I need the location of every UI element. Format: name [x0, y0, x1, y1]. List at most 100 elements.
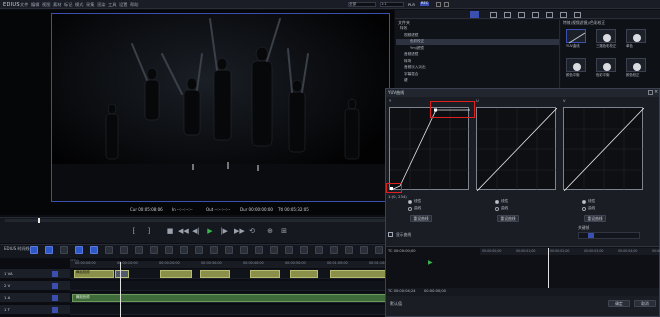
keyframe-set-icon[interactable] — [588, 233, 594, 238]
cut-icon[interactable] — [105, 246, 113, 254]
video-clip[interactable] — [200, 270, 230, 278]
copy-icon[interactable] — [120, 246, 128, 254]
effect-thumbnail[interactable] — [626, 58, 646, 72]
track-lane[interactable] — [70, 305, 394, 315]
curve-radio[interactable] — [495, 207, 499, 211]
show-curve-checkbox[interactable] — [388, 232, 393, 237]
menu-item-6[interactable]: 采集 — [86, 2, 94, 7]
track-visibility-icon[interactable] — [52, 283, 58, 289]
tree-item[interactable]: 视频滤镜 — [404, 33, 418, 38]
reset-curve-button[interactable]: 重设曲线 — [410, 215, 432, 222]
ok-button[interactable]: 确定 — [608, 300, 630, 307]
tree-item[interactable]: Ymj滤镜 — [410, 46, 424, 51]
dialog-play-icon[interactable]: ▶ — [428, 249, 434, 266]
tree-item[interactable]: 字幕混合 — [404, 72, 418, 77]
play-icon[interactable]: ▶ — [206, 227, 214, 235]
curve-graph-y[interactable] — [389, 107, 470, 191]
menu-item-4[interactable]: 标记 — [64, 2, 72, 7]
rec-badge[interactable]: REC — [420, 1, 430, 6]
maximize-icon[interactable] — [444, 2, 449, 7]
loop-icon[interactable]: ⟲ — [248, 227, 256, 235]
effect-thumbnail[interactable] — [566, 58, 586, 72]
effect-thumbnail[interactable] — [626, 29, 646, 43]
export-icon[interactable] — [300, 246, 308, 254]
step-forward-icon[interactable]: |▶ — [220, 227, 228, 235]
curve-radio[interactable] — [408, 207, 412, 211]
linear-radio[interactable] — [582, 200, 586, 204]
settings-icon[interactable] — [546, 12, 553, 18]
track-header[interactable] — [0, 281, 70, 291]
new-sequence-icon[interactable] — [30, 246, 38, 254]
stop-icon[interactable]: ■ — [166, 227, 174, 235]
reset-curve-button[interactable]: 重设曲线 — [584, 215, 606, 222]
menu-item-8[interactable]: 工具 — [108, 2, 116, 7]
linear-radio[interactable] — [408, 200, 412, 204]
curve-graph-u[interactable] — [476, 107, 558, 192]
overwrite-icon[interactable]: ⊞ — [280, 227, 288, 235]
paste-icon[interactable] — [135, 246, 143, 254]
menu-item-10[interactable]: 帮助 — [130, 2, 138, 7]
redo-icon[interactable] — [90, 246, 98, 254]
cancel-button[interactable]: 取消 — [634, 300, 656, 307]
menu-item-3[interactable]: 素材 — [53, 2, 61, 7]
list-view-icon[interactable] — [518, 12, 525, 18]
menu-item-7[interactable]: 渲染 — [97, 2, 105, 7]
zoom-out-icon[interactable] — [360, 246, 368, 254]
mark-in-icon[interactable]: ⁅ — [130, 227, 138, 235]
open-icon[interactable] — [45, 246, 53, 254]
snap-icon[interactable] — [270, 246, 278, 254]
tree-item[interactable]: 键 — [404, 78, 408, 83]
effect-thumbnail[interactable] — [596, 58, 616, 72]
effects-view-icon[interactable] — [470, 11, 479, 18]
step-back-icon[interactable]: ◀| — [192, 227, 200, 235]
effect-thumbnail[interactable] — [566, 29, 586, 44]
reset-curve-button[interactable]: 重设曲线 — [497, 215, 519, 222]
arrow-up-icon[interactable] — [560, 12, 567, 18]
timeline-playhead[interactable] — [120, 262, 121, 317]
menu-item-1[interactable]: 编辑 — [31, 2, 39, 7]
tree-item[interactable]: 转场 — [404, 59, 411, 64]
save-icon[interactable] — [60, 246, 68, 254]
video-clip[interactable] — [115, 270, 129, 278]
trim-icon[interactable] — [180, 246, 188, 254]
audio-icon[interactable] — [330, 246, 338, 254]
play-mode-dropdown[interactable]: 1:1 — [380, 2, 404, 7]
dialog-maximize-icon[interactable] — [648, 90, 653, 95]
sync-icon[interactable] — [225, 246, 233, 254]
preset-dropdown[interactable]: 全部 — [348, 2, 376, 7]
thumbnail-view-icon[interactable] — [532, 12, 539, 18]
track-visibility-icon[interactable] — [52, 295, 58, 301]
rewind-icon[interactable]: ◀◀ — [178, 227, 189, 235]
curve-radio[interactable] — [582, 207, 586, 211]
linear-radio[interactable] — [495, 200, 499, 204]
track-header[interactable] — [0, 293, 70, 303]
tree-item[interactable]: 色彩校正 — [410, 39, 424, 44]
dialog-close-icon[interactable]: × — [654, 90, 658, 95]
menu-item-0[interactable]: 文件 — [20, 2, 28, 7]
tree-item[interactable]: 特效 — [400, 26, 407, 31]
dialog-playhead[interactable] — [548, 248, 549, 288]
track-visibility-icon[interactable] — [52, 271, 58, 277]
menu-item-2[interactable]: 视图 — [42, 2, 50, 7]
track-lane[interactable] — [70, 281, 394, 291]
settings-icon[interactable] — [315, 246, 323, 254]
video-clip[interactable] — [330, 270, 390, 278]
folder-icon[interactable] — [490, 12, 497, 18]
delete-icon[interactable] — [150, 246, 158, 254]
tree-item[interactable]: 音频淡入淡出 — [404, 65, 426, 70]
track-header[interactable] — [0, 305, 70, 315]
render-icon[interactable] — [285, 246, 293, 254]
fast-forward-icon[interactable]: ▶▶ — [234, 227, 245, 235]
effect-thumbnail[interactable] — [596, 29, 616, 43]
minimize-icon[interactable] — [436, 2, 441, 7]
lock-icon[interactable] — [574, 12, 581, 18]
scrub-bar[interactable] — [5, 219, 389, 222]
more-icon[interactable] — [375, 246, 383, 254]
scrub-playhead[interactable] — [38, 218, 40, 223]
ripple-icon[interactable] — [165, 246, 173, 254]
video-clip[interactable] — [290, 270, 318, 278]
video-clip[interactable] — [160, 270, 192, 278]
menu-item-9[interactable]: 设置 — [119, 2, 127, 7]
track-visibility-icon[interactable] — [52, 307, 58, 313]
mark-out-icon[interactable]: ⁆ — [145, 227, 153, 235]
